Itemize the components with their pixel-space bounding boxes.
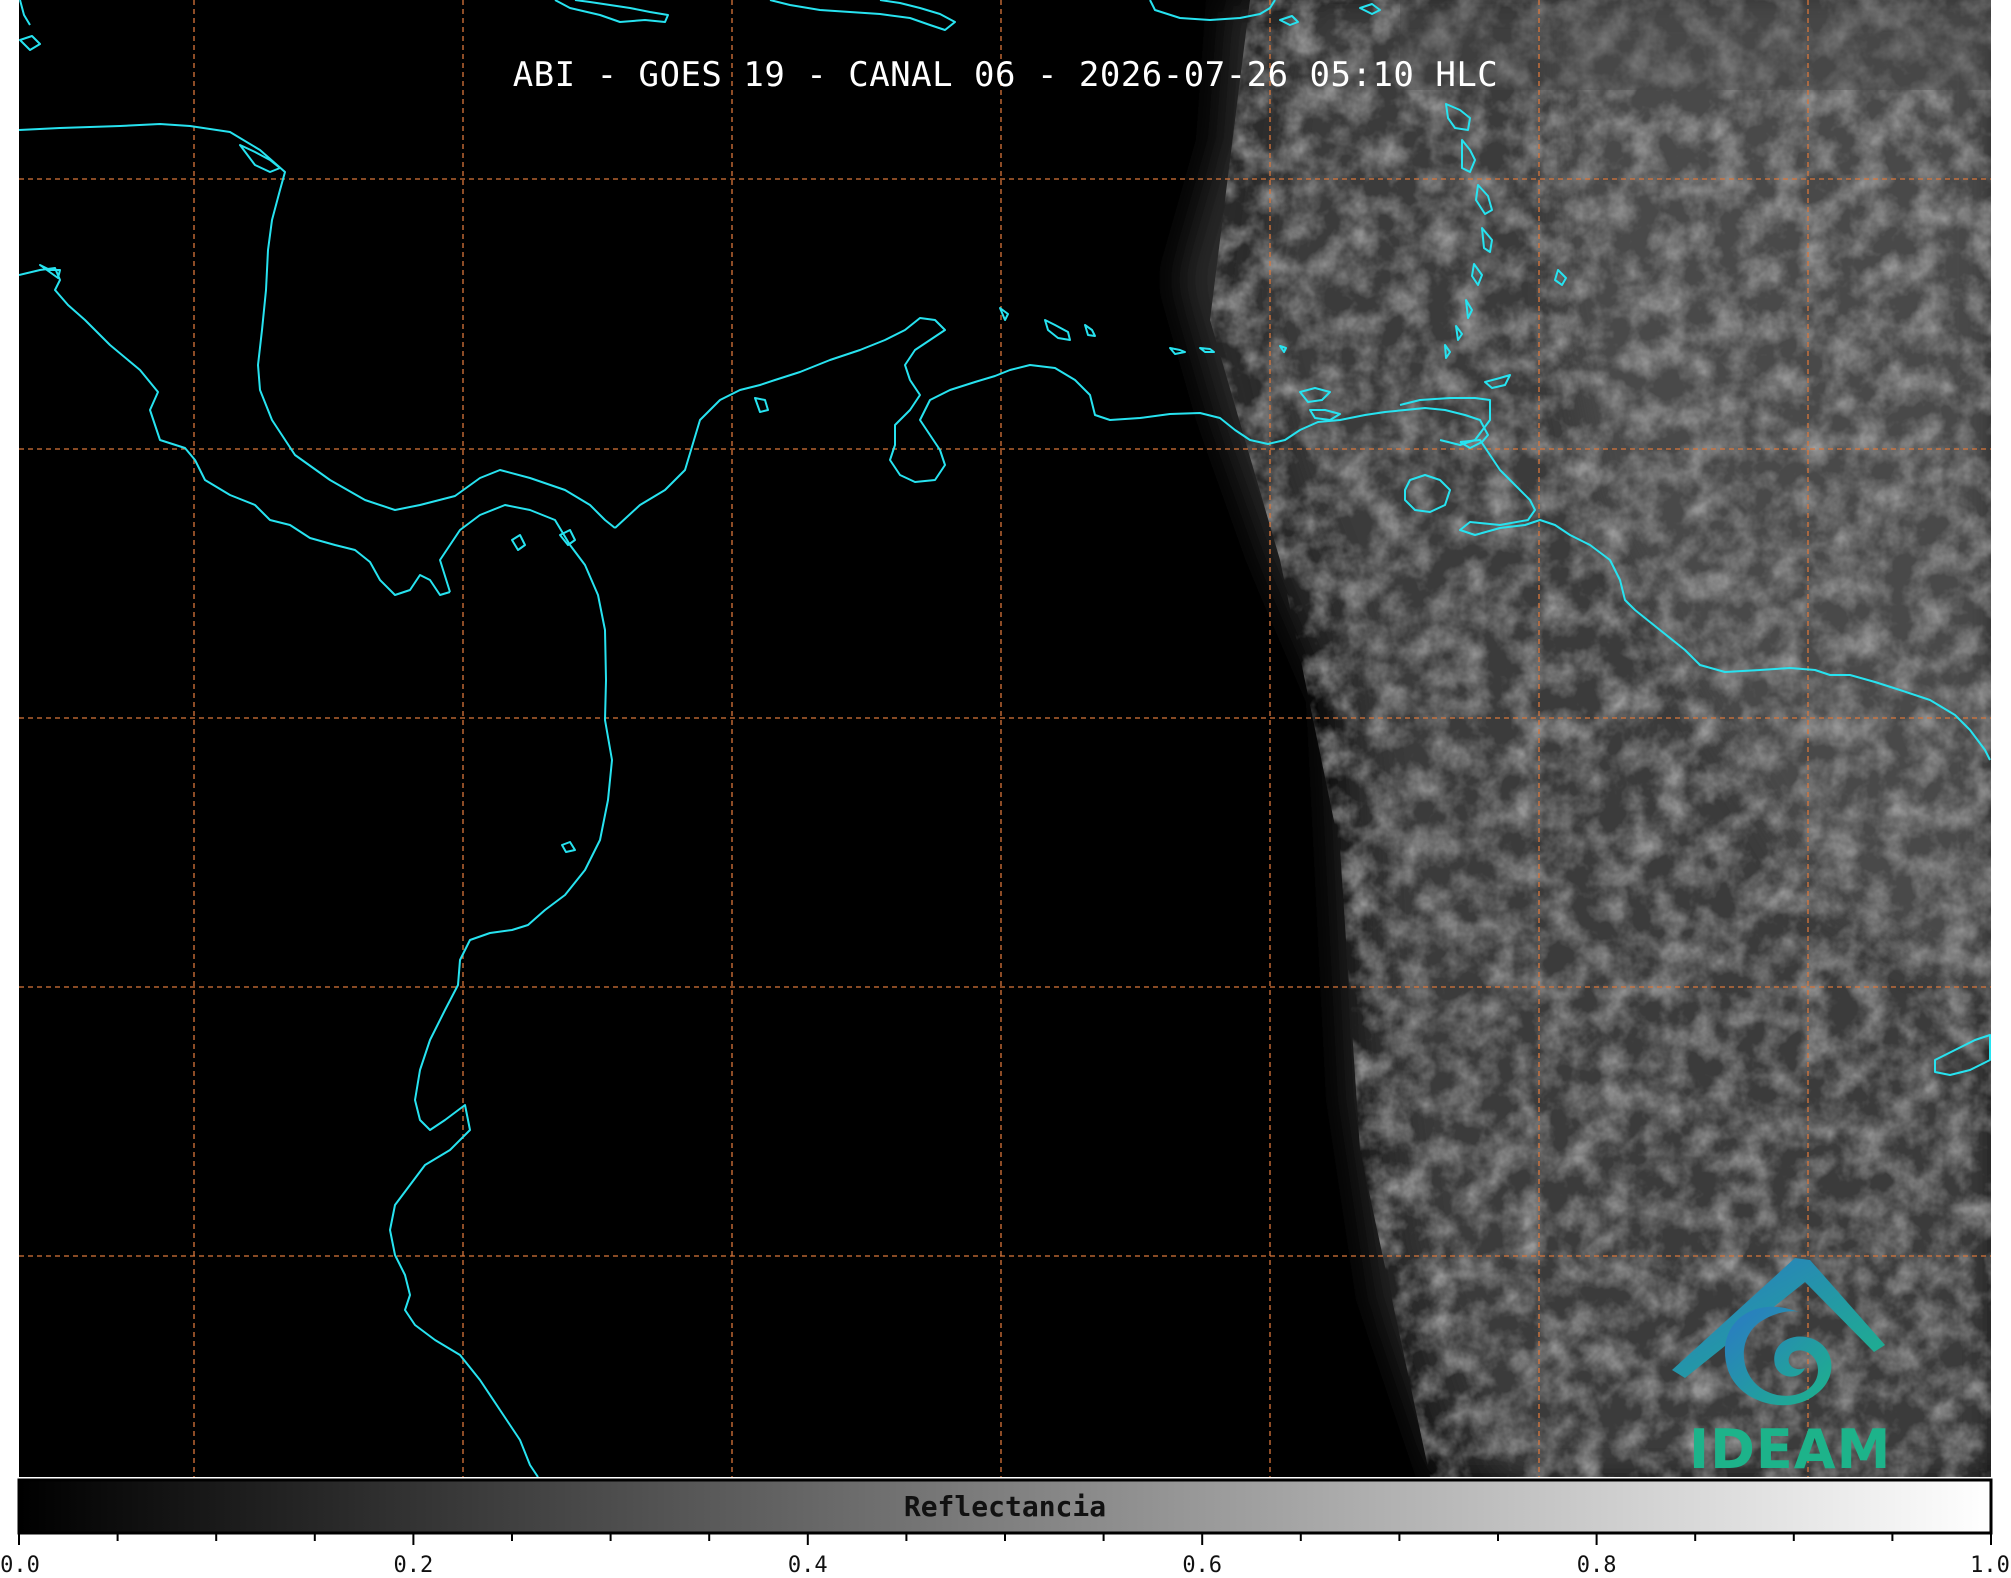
ideam-logo-text: IDEAM [1689,1418,1892,1481]
colorbar-tick-label: 0.4 [787,1553,828,1578]
colorbar-tick-label: 0.0 [0,1553,40,1578]
satellite-map [17,0,1993,1545]
colorbar-tick-label: 1.0 [1970,1553,2010,1578]
colorbar-label: Reflectancia [903,1490,1107,1523]
colorbar-tick-label: 0.8 [1576,1553,1617,1578]
colorbar-tick-label: 0.2 [393,1553,434,1578]
figure-title: ABI - GOES 19 - CANAL 06 - 2026-07-26 05… [512,55,1499,95]
colorbar-tick-label: 0.6 [1182,1553,1223,1578]
colorbar-ticks [18,1533,1992,1545]
satellite-figure: ABI - GOES 19 - CANAL 06 - 2026-07-26 05… [0,0,2011,1578]
